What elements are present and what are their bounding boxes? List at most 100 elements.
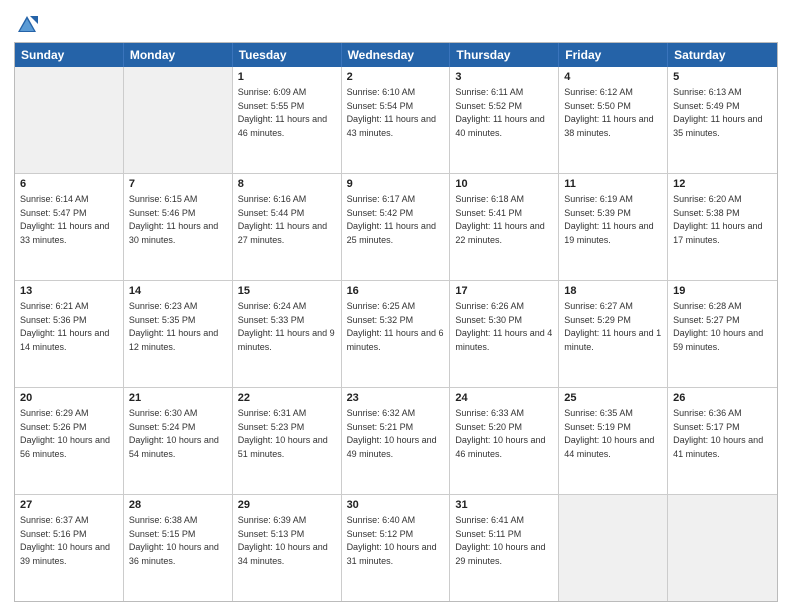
day-number: 28 <box>129 498 227 513</box>
cell-text: Sunrise: 6:13 AM Sunset: 5:49 PM Dayligh… <box>673 87 762 138</box>
calendar-cell: 9Sunrise: 6:17 AM Sunset: 5:42 PM Daylig… <box>342 174 451 280</box>
day-number: 30 <box>347 498 445 513</box>
calendar-cell: 28 Sunrise: 6:38 AM Sunset: 5:15 PM Dayli… <box>124 495 233 601</box>
cell-text: Sunrise: 6:24 AM Sunset: 5:33 PM Dayligh… <box>238 301 335 352</box>
page: SundayMondayTuesdayWednesdayThursdayFrid… <box>0 0 792 612</box>
cell-text: Sunrise: 6:11 AM Sunset: 5:52 PM Dayligh… <box>455 87 544 138</box>
calendar-cell: 17Sunrise: 6:26 AM Sunset: 5:30 PM Dayli… <box>450 281 559 387</box>
cell-text: Sunrise: 6:38 AM Sunset: 5:15 PM Dayligh… <box>129 515 219 566</box>
calendar-header-cell: Thursday <box>450 43 559 67</box>
calendar-cell: 20 Sunrise: 6:29 AM Sunset: 5:26 PM Dayli… <box>15 388 124 494</box>
calendar-row: 1 Sunrise: 6:09 AM Sunset: 5:55 PM Daylig… <box>15 67 777 173</box>
cell-text: Sunrise: 6:12 AM Sunset: 5:50 PM Dayligh… <box>564 87 653 138</box>
calendar-header-cell: Saturday <box>668 43 777 67</box>
cell-text: Sunrise: 6:20 AM Sunset: 5:38 PM Dayligh… <box>673 194 762 245</box>
day-number: 24 <box>455 391 553 406</box>
day-number: 31 <box>455 498 553 513</box>
calendar-cell <box>559 495 668 601</box>
calendar-cell <box>668 495 777 601</box>
calendar-cell: 2 Sunrise: 6:10 AM Sunset: 5:54 PM Daylig… <box>342 67 451 173</box>
day-number: 2 <box>347 70 445 85</box>
header <box>14 10 778 36</box>
calendar-cell: 8Sunrise: 6:16 AM Sunset: 5:44 PM Daylig… <box>233 174 342 280</box>
cell-text: Sunrise: 6:41 AM Sunset: 5:11 PM Dayligh… <box>455 515 545 566</box>
calendar-cell: 7 Sunrise: 6:15 AM Sunset: 5:46 PM Daylig… <box>124 174 233 280</box>
calendar-header-cell: Tuesday <box>233 43 342 67</box>
day-number: 27 <box>20 498 118 513</box>
cell-text: Sunrise: 6:37 AM Sunset: 5:16 PM Dayligh… <box>20 515 110 566</box>
calendar-cell: 1 Sunrise: 6:09 AM Sunset: 5:55 PM Daylig… <box>233 67 342 173</box>
day-number: 10 <box>455 177 553 192</box>
cell-text: Sunrise: 6:25 AM Sunset: 5:32 PM Dayligh… <box>347 301 444 352</box>
logo <box>14 14 38 36</box>
calendar-cell <box>15 67 124 173</box>
calendar-cell: 13Sunrise: 6:21 AM Sunset: 5:36 PM Dayli… <box>15 281 124 387</box>
cell-text: Sunrise: 6:35 AM Sunset: 5:19 PM Dayligh… <box>564 408 654 459</box>
cell-text: Sunrise: 6:09 AM Sunset: 5:55 PM Dayligh… <box>238 87 327 138</box>
calendar-cell: 21Sunrise: 6:30 AM Sunset: 5:24 PM Dayli… <box>124 388 233 494</box>
logo-icon <box>16 14 38 36</box>
day-number: 12 <box>673 177 772 192</box>
day-number: 5 <box>673 70 772 85</box>
calendar-row: 20 Sunrise: 6:29 AM Sunset: 5:26 PM Dayli… <box>15 387 777 494</box>
cell-text: Sunrise: 6:18 AM Sunset: 5:41 PM Dayligh… <box>455 194 544 245</box>
cell-text: Sunrise: 6:28 AM Sunset: 5:27 PM Dayligh… <box>673 301 763 352</box>
calendar-cell: 25 Sunrise: 6:35 AM Sunset: 5:19 PM Dayli… <box>559 388 668 494</box>
day-number: 15 <box>238 284 336 299</box>
day-number: 29 <box>238 498 336 513</box>
day-number: 22 <box>238 391 336 406</box>
calendar-cell: 5 Sunrise: 6:13 AM Sunset: 5:49 PM Daylig… <box>668 67 777 173</box>
calendar-cell: 24 Sunrise: 6:33 AM Sunset: 5:20 PM Dayli… <box>450 388 559 494</box>
cell-text: Sunrise: 6:39 AM Sunset: 5:13 PM Dayligh… <box>238 515 328 566</box>
cell-text: Sunrise: 6:30 AM Sunset: 5:24 PM Dayligh… <box>129 408 219 459</box>
cell-text: Sunrise: 6:36 AM Sunset: 5:17 PM Dayligh… <box>673 408 763 459</box>
cell-text: Sunrise: 6:26 AM Sunset: 5:30 PM Dayligh… <box>455 301 552 352</box>
day-number: 11 <box>564 177 662 192</box>
day-number: 25 <box>564 391 662 406</box>
day-number: 23 <box>347 391 445 406</box>
calendar-cell: 15 Sunrise: 6:24 AM Sunset: 5:33 PM Dayli… <box>233 281 342 387</box>
calendar-header-cell: Monday <box>124 43 233 67</box>
calendar-header-cell: Friday <box>559 43 668 67</box>
calendar-cell: 22 Sunrise: 6:31 AM Sunset: 5:23 PM Dayli… <box>233 388 342 494</box>
calendar-cell: 16 Sunrise: 6:25 AM Sunset: 5:32 PM Dayli… <box>342 281 451 387</box>
cell-text: Sunrise: 6:32 AM Sunset: 5:21 PM Dayligh… <box>347 408 437 459</box>
calendar-body: 1 Sunrise: 6:09 AM Sunset: 5:55 PM Daylig… <box>15 67 777 601</box>
cell-text: Sunrise: 6:21 AM Sunset: 5:36 PM Dayligh… <box>20 301 109 352</box>
day-number: 8 <box>238 177 336 192</box>
calendar-header-cell: Wednesday <box>342 43 451 67</box>
calendar-row: 13Sunrise: 6:21 AM Sunset: 5:36 PM Dayli… <box>15 280 777 387</box>
cell-text: Sunrise: 6:15 AM Sunset: 5:46 PM Dayligh… <box>129 194 218 245</box>
day-number: 20 <box>20 391 118 406</box>
cell-text: Sunrise: 6:14 AM Sunset: 5:47 PM Dayligh… <box>20 194 109 245</box>
cell-text: Sunrise: 6:40 AM Sunset: 5:12 PM Dayligh… <box>347 515 437 566</box>
calendar-cell: 18Sunrise: 6:27 AM Sunset: 5:29 PM Dayli… <box>559 281 668 387</box>
day-number: 9 <box>347 177 445 192</box>
calendar-cell: 4 Sunrise: 6:12 AM Sunset: 5:50 PM Daylig… <box>559 67 668 173</box>
day-number: 4 <box>564 70 662 85</box>
day-number: 14 <box>129 284 227 299</box>
calendar-cell: 11 Sunrise: 6:19 AM Sunset: 5:39 PM Dayli… <box>559 174 668 280</box>
day-number: 18 <box>564 284 662 299</box>
calendar-header-row: SundayMondayTuesdayWednesdayThursdayFrid… <box>15 43 777 67</box>
day-number: 26 <box>673 391 772 406</box>
calendar-cell: 26 Sunrise: 6:36 AM Sunset: 5:17 PM Dayli… <box>668 388 777 494</box>
calendar-cell <box>124 67 233 173</box>
calendar-cell: 30 Sunrise: 6:40 AM Sunset: 5:12 PM Dayli… <box>342 495 451 601</box>
calendar-cell: 19Sunrise: 6:28 AM Sunset: 5:27 PM Dayli… <box>668 281 777 387</box>
cell-text: Sunrise: 6:10 AM Sunset: 5:54 PM Dayligh… <box>347 87 436 138</box>
cell-text: Sunrise: 6:29 AM Sunset: 5:26 PM Dayligh… <box>20 408 110 459</box>
day-number: 1 <box>238 70 336 85</box>
calendar-cell: 27 Sunrise: 6:37 AM Sunset: 5:16 PM Dayli… <box>15 495 124 601</box>
calendar-cell: 31 Sunrise: 6:41 AM Sunset: 5:11 PM Dayli… <box>450 495 559 601</box>
day-number: 3 <box>455 70 553 85</box>
day-number: 7 <box>129 177 227 192</box>
cell-text: Sunrise: 6:31 AM Sunset: 5:23 PM Dayligh… <box>238 408 328 459</box>
cell-text: Sunrise: 6:33 AM Sunset: 5:20 PM Dayligh… <box>455 408 545 459</box>
calendar-header-cell: Sunday <box>15 43 124 67</box>
calendar-cell: 29 Sunrise: 6:39 AM Sunset: 5:13 PM Dayli… <box>233 495 342 601</box>
calendar-cell: 14Sunrise: 6:23 AM Sunset: 5:35 PM Dayli… <box>124 281 233 387</box>
day-number: 16 <box>347 284 445 299</box>
calendar-cell: 23 Sunrise: 6:32 AM Sunset: 5:21 PM Dayli… <box>342 388 451 494</box>
cell-text: Sunrise: 6:19 AM Sunset: 5:39 PM Dayligh… <box>564 194 653 245</box>
